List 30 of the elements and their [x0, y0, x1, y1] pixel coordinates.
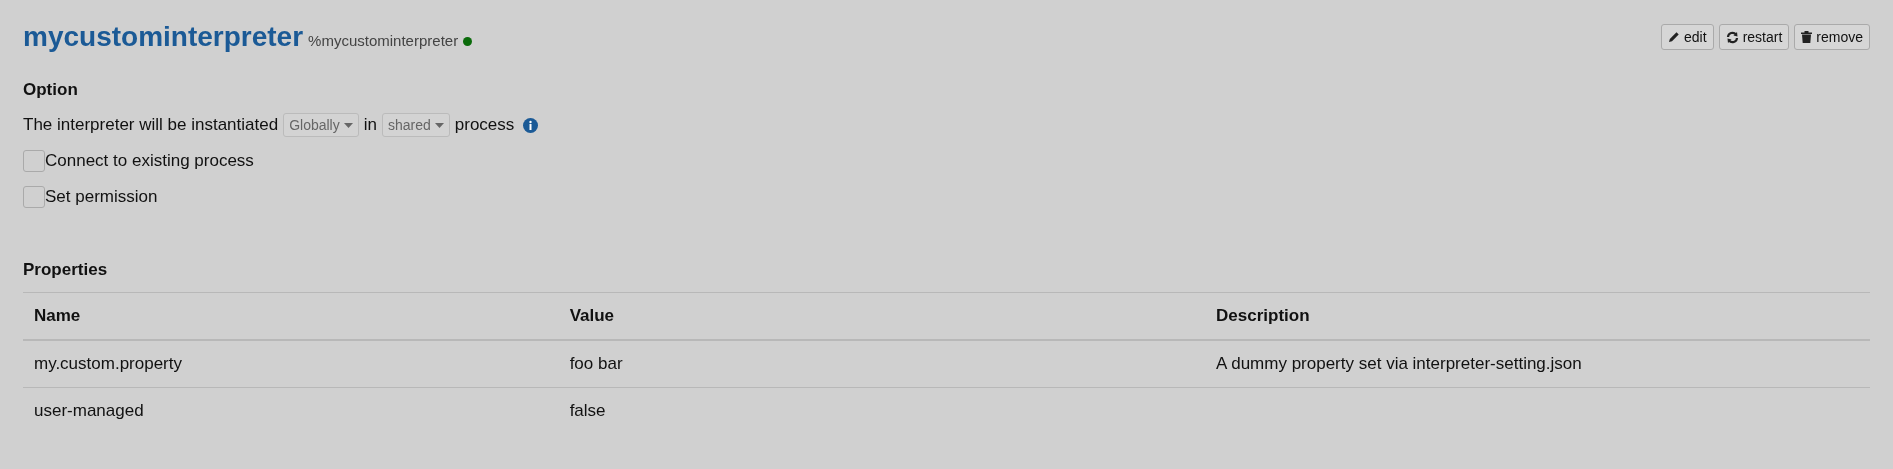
dropdown[interactable]: shared [381, 113, 450, 137]
table-cell: my.custom.property [34, 354, 182, 373]
caret-icon [343, 122, 353, 128]
table-cell: foo bar [569, 354, 623, 373]
column-header: Value [558, 292, 1206, 340]
option-text: process [454, 115, 515, 135]
interpreter-name: mycustominterpreter [23, 21, 304, 53]
pencil-icon [1668, 31, 1681, 43]
option-text: in [363, 115, 377, 135]
caret-icon [434, 122, 444, 128]
trash-icon [1801, 31, 1813, 43]
table-cell: false [569, 401, 606, 420]
table-cell: A dummy property set via interpreter-setting.json [1216, 354, 1582, 373]
checkbox-label: Connect to existing process [45, 151, 254, 171]
dropdown[interactable]: Globally [283, 113, 359, 137]
column-header: Description [1205, 292, 1870, 340]
option-text: The interpreter will be instantiated [23, 115, 279, 135]
info-icon[interactable] [523, 117, 539, 133]
table-cell: user-managed [34, 401, 144, 420]
restart-button[interactable]: restart [1718, 24, 1790, 50]
refresh-icon [1725, 30, 1739, 44]
checkbox[interactable] [23, 150, 45, 172]
checkbox-label: Set permission [45, 187, 158, 207]
edit-button[interactable]: edit [1661, 24, 1714, 50]
checkbox[interactable] [23, 186, 45, 208]
remove-button[interactable]: remove [1794, 24, 1870, 50]
section-heading: Option [23, 80, 79, 100]
column-header: Name [23, 292, 559, 340]
section-heading: Properties [23, 260, 109, 280]
interpreter-alias: %mycustominterpreter [308, 31, 459, 49]
